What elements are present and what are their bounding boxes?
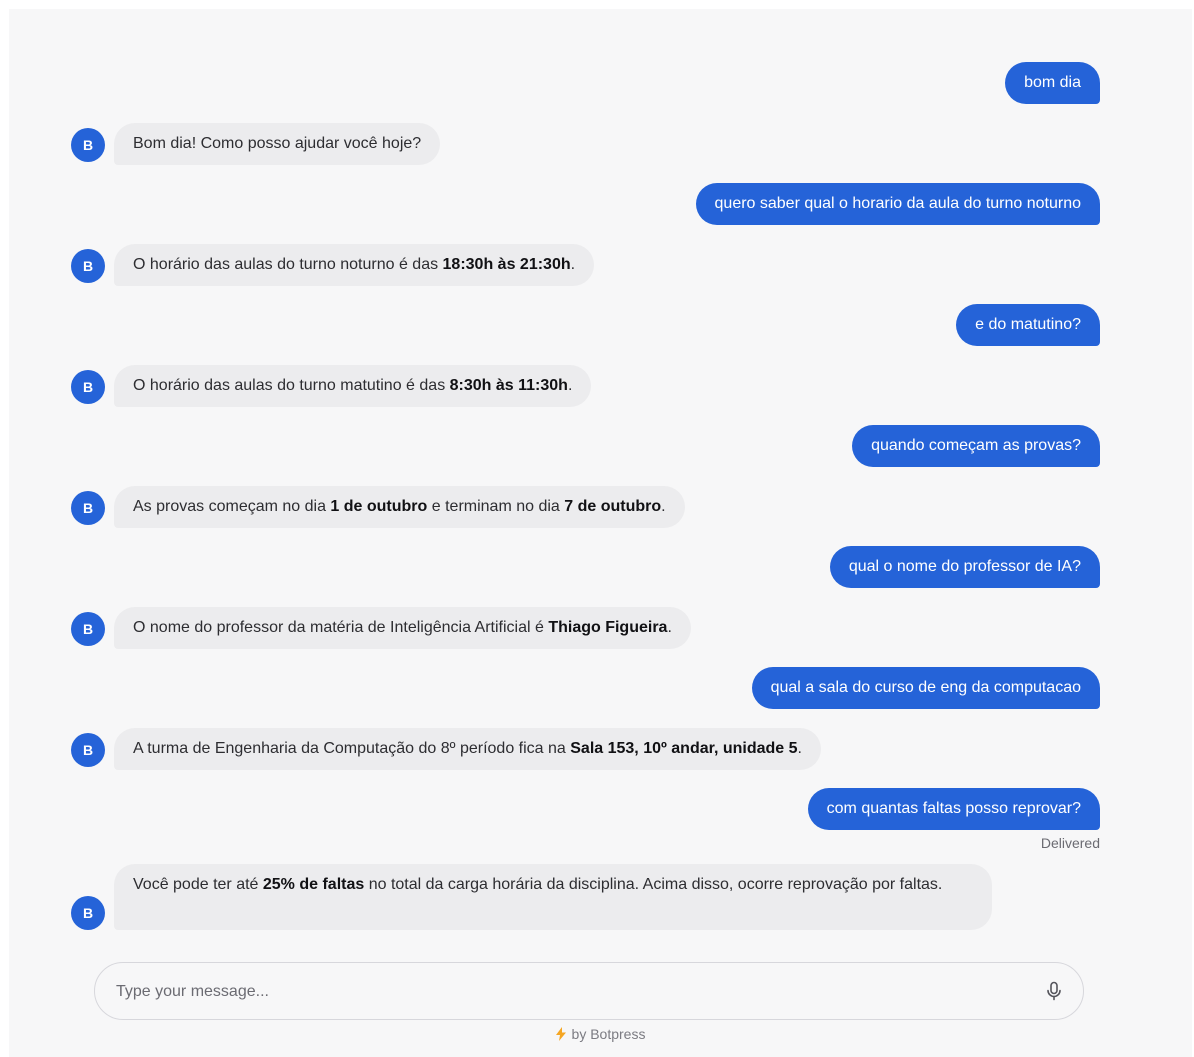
bot-message: Bom dia! Como posso ajudar você hoje? <box>114 123 441 165</box>
message-text: O horário das aulas do turno matutino é … <box>133 377 450 394</box>
bot-avatar: B <box>71 370 105 404</box>
user-message: quero saber qual o horario da aula do tu… <box>695 183 1100 225</box>
bot-avatar: B <box>71 249 105 283</box>
message-list: bom dia B Bom dia! Como posso ajudar você … <box>9 9 1192 1057</box>
message-text: e terminam no dia <box>427 498 565 515</box>
bot-avatar: B <box>71 612 105 646</box>
user-message: quando começam as provas? <box>852 425 1100 467</box>
message-text: O horário das aulas do turno noturno é d… <box>133 256 443 273</box>
bold-text: 8:30h às 11:30h <box>449 377 568 394</box>
message-text: . <box>667 619 672 636</box>
branding-footer: by Botpress <box>9 1026 1192 1044</box>
bot-message: O horário das aulas do turno noturno é d… <box>114 244 595 286</box>
message-text: . <box>567 377 573 394</box>
message-text: . <box>797 740 802 757</box>
bold-text: Thiago Figueira <box>548 619 668 636</box>
message-text: . <box>661 498 666 515</box>
bot-message: Você pode ter até 25% de faltas no total… <box>114 864 992 930</box>
bot-avatar: B <box>71 733 105 767</box>
message-text: no total da carga horária da disciplina.… <box>364 876 943 893</box>
lightning-bolt-icon <box>555 1027 566 1044</box>
message-text: A turma de Engenharia da Computação do 8… <box>133 740 571 757</box>
bot-avatar: B <box>71 128 105 162</box>
footer-text: by Botpress <box>571 1026 646 1042</box>
bot-message: O horário das aulas do turno matutino é … <box>114 365 592 407</box>
bold-text: 7 de outubro <box>564 498 662 515</box>
message-input[interactable] <box>114 973 1018 1011</box>
user-message: com quantas faltas posso reprovar? <box>807 788 1100 830</box>
user-message: bom dia <box>1005 62 1100 104</box>
user-message: e do matutino? <box>956 304 1100 346</box>
bot-avatar: B <box>71 896 105 930</box>
message-text: O nome do professor da matéria de Inteli… <box>133 619 549 636</box>
message-composer <box>94 962 1084 1020</box>
user-message: qual o nome do professor de IA? <box>829 546 1100 588</box>
microphone-icon[interactable] <box>1043 980 1065 1002</box>
bot-message: A turma de Engenharia da Computação do 8… <box>114 728 821 770</box>
chat-window: bom dia B Bom dia! Como posso ajudar você … <box>9 9 1192 1057</box>
bold-text: 1 de outubro <box>330 498 428 515</box>
message-text: Você pode ter até <box>133 876 263 893</box>
bold-text: Sala 153, 10º andar, unidade 5 <box>570 740 798 757</box>
delivery-status: Delivered <box>1040 835 1100 851</box>
bot-avatar: B <box>71 491 105 525</box>
bot-message: As provas começam no dia 1 de outubro e … <box>114 486 685 528</box>
bold-text: 18:30h às 21:30h <box>442 256 571 273</box>
bold-text: 25% de faltas <box>262 876 365 893</box>
bot-message: O nome do professor da matéria de Inteli… <box>114 607 691 649</box>
message-text: . <box>570 256 576 273</box>
user-message: qual a sala do curso de eng da computaca… <box>751 667 1100 709</box>
message-text: As provas começam no dia <box>133 498 331 515</box>
message-text: Bom dia! Como posso ajudar você hoje? <box>133 135 422 152</box>
